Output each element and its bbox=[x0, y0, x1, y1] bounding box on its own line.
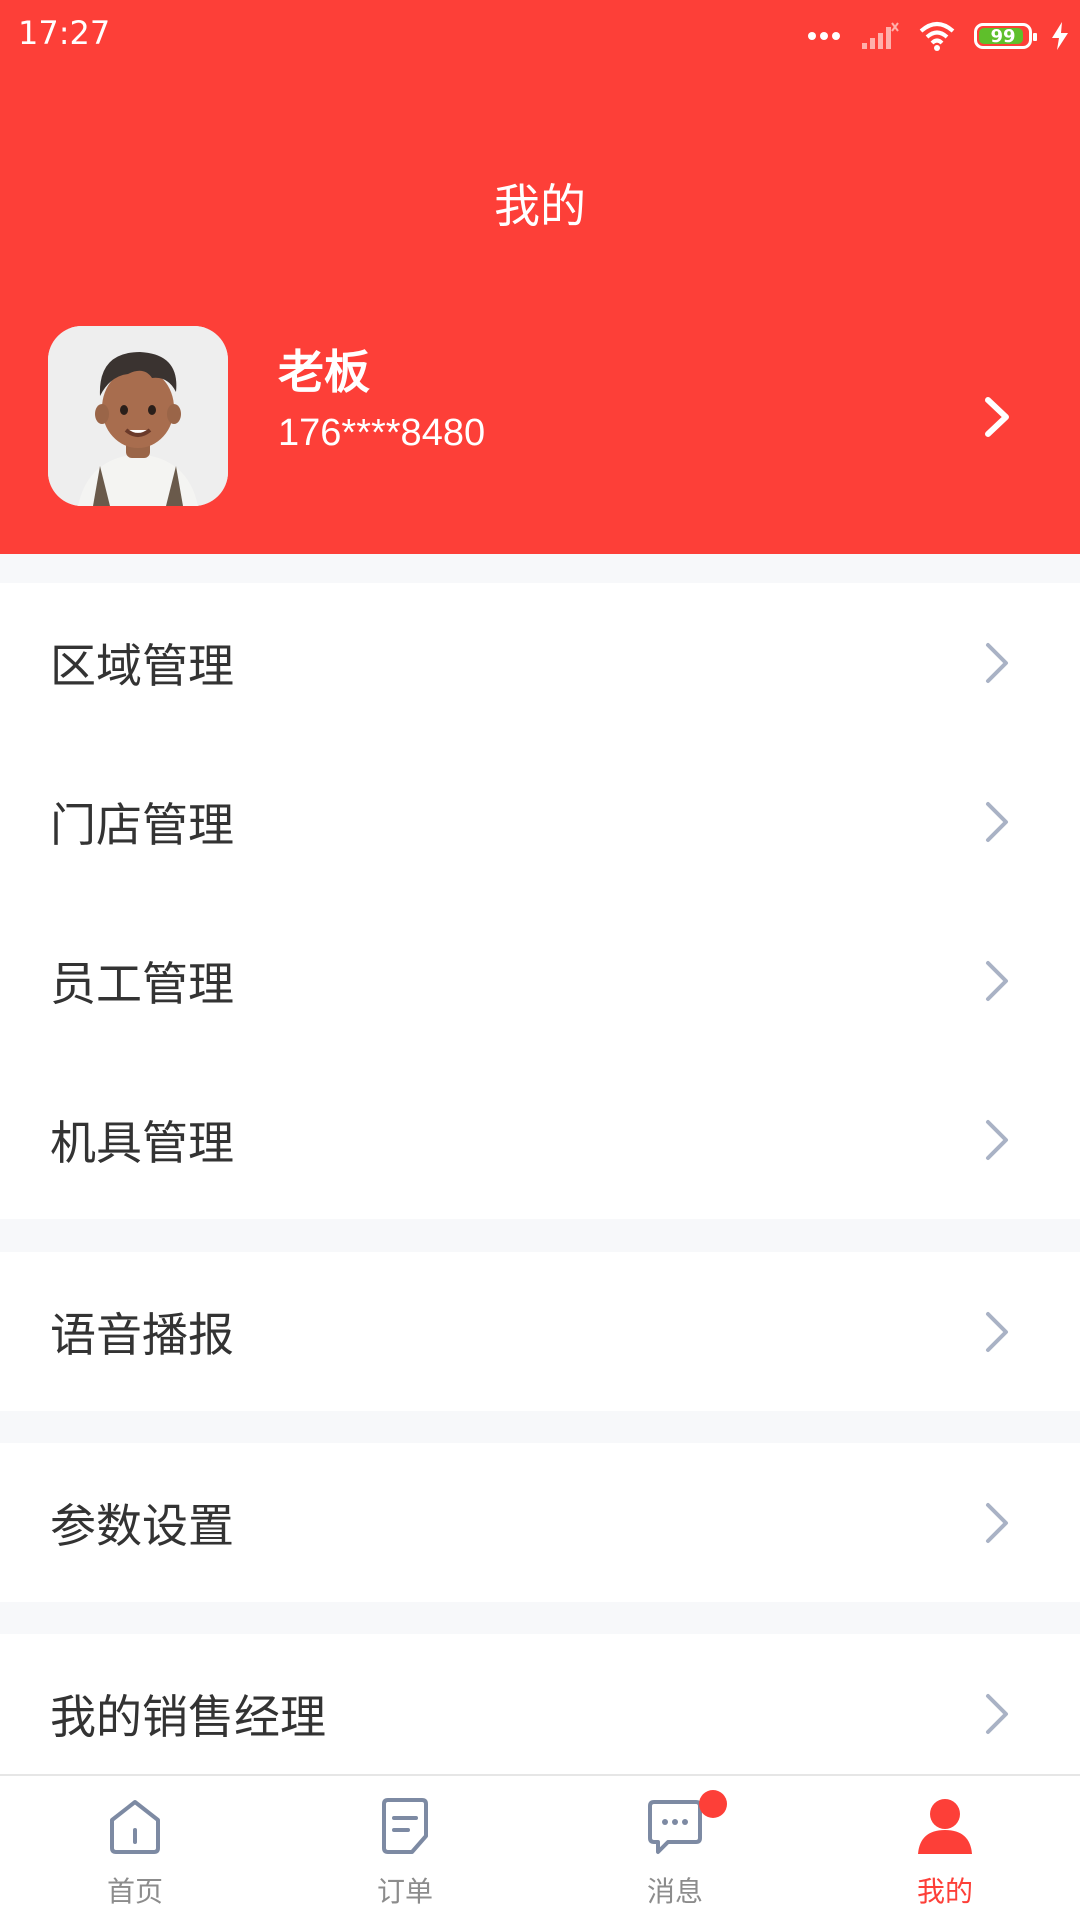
avatar[interactable] bbox=[48, 326, 228, 506]
signal-icon bbox=[862, 22, 899, 49]
menu-group-sales-manager: 我的销售经理 bbox=[0, 1634, 1080, 1793]
bottom-tab-bar: 首页 订单 消息 我的 bbox=[0, 1774, 1080, 1922]
menu-item-label: 员工管理 bbox=[50, 956, 234, 1011]
wifi-icon bbox=[919, 22, 955, 51]
page-title: 我的 bbox=[494, 179, 586, 233]
menu-item-label: 我的销售经理 bbox=[50, 1689, 326, 1744]
menu-item-area-management[interactable]: 区域管理 bbox=[0, 583, 1080, 742]
tab-label: 我的 bbox=[916, 1875, 973, 1908]
chevron-right-icon bbox=[986, 960, 1008, 1001]
menu-item-sales-manager[interactable]: 我的销售经理 bbox=[0, 1634, 1080, 1793]
tab-label: 消息 bbox=[646, 1875, 703, 1908]
menu-item-store-management[interactable]: 门店管理 bbox=[0, 742, 1080, 901]
profile-card[interactable]: 老板 176****8480 bbox=[48, 326, 1048, 506]
chevron-right-icon[interactable] bbox=[978, 392, 1018, 442]
menu-item-voice-broadcast[interactable]: 语音播报 bbox=[0, 1252, 1080, 1411]
menu-item-parameter-settings[interactable]: 参数设置 bbox=[0, 1443, 1080, 1602]
avatar-image bbox=[48, 326, 228, 506]
chevron-right-icon bbox=[986, 642, 1008, 683]
menu-item-staff-management[interactable]: 员工管理 bbox=[0, 901, 1080, 1060]
more-dots-icon bbox=[808, 32, 840, 40]
tab-label: 订单 bbox=[376, 1875, 433, 1908]
notification-badge bbox=[699, 1790, 727, 1818]
status-time: 17:27 bbox=[18, 14, 111, 52]
menu-item-label: 机具管理 bbox=[50, 1115, 234, 1170]
chevron-right-icon bbox=[986, 1502, 1008, 1543]
order-icon bbox=[382, 1798, 428, 1854]
status-bar: 17:27 99 bbox=[0, 0, 1080, 72]
chevron-right-icon bbox=[986, 1693, 1008, 1734]
status-icons: 99 bbox=[806, 14, 1070, 58]
chevron-right-icon bbox=[986, 1311, 1008, 1352]
message-icon bbox=[648, 1800, 702, 1854]
header: 17:27 99 我的 老板 176****8480 bbox=[0, 0, 1080, 554]
user-name: 老板 bbox=[278, 345, 370, 399]
tab-messages[interactable]: 消息 bbox=[540, 1776, 810, 1922]
chevron-right-icon bbox=[986, 801, 1008, 842]
home-icon bbox=[110, 1800, 160, 1854]
tab-orders[interactable]: 订单 bbox=[270, 1776, 540, 1922]
battery-level: 99 bbox=[990, 25, 1016, 47]
menu-group-voice: 语音播报 bbox=[0, 1252, 1080, 1411]
menu-item-label: 语音播报 bbox=[50, 1307, 234, 1362]
tab-label: 首页 bbox=[106, 1875, 163, 1908]
battery-icon: 99 bbox=[974, 23, 1037, 49]
tab-home[interactable]: 首页 bbox=[0, 1776, 270, 1922]
tab-mine[interactable]: 我的 bbox=[810, 1776, 1080, 1922]
menu-item-label: 参数设置 bbox=[50, 1498, 234, 1553]
charging-icon bbox=[1052, 22, 1068, 50]
menu-item-device-management[interactable]: 机具管理 bbox=[0, 1060, 1080, 1219]
menu-group-settings: 参数设置 bbox=[0, 1443, 1080, 1602]
user-phone: 176****8480 bbox=[278, 412, 486, 454]
menu-item-label: 区域管理 bbox=[50, 638, 234, 693]
chevron-right-icon bbox=[986, 1119, 1008, 1160]
menu-item-label: 门店管理 bbox=[50, 797, 234, 852]
user-icon bbox=[918, 1799, 972, 1854]
menu-group-management: 区域管理 门店管理 员工管理 机具管理 bbox=[0, 583, 1080, 1219]
